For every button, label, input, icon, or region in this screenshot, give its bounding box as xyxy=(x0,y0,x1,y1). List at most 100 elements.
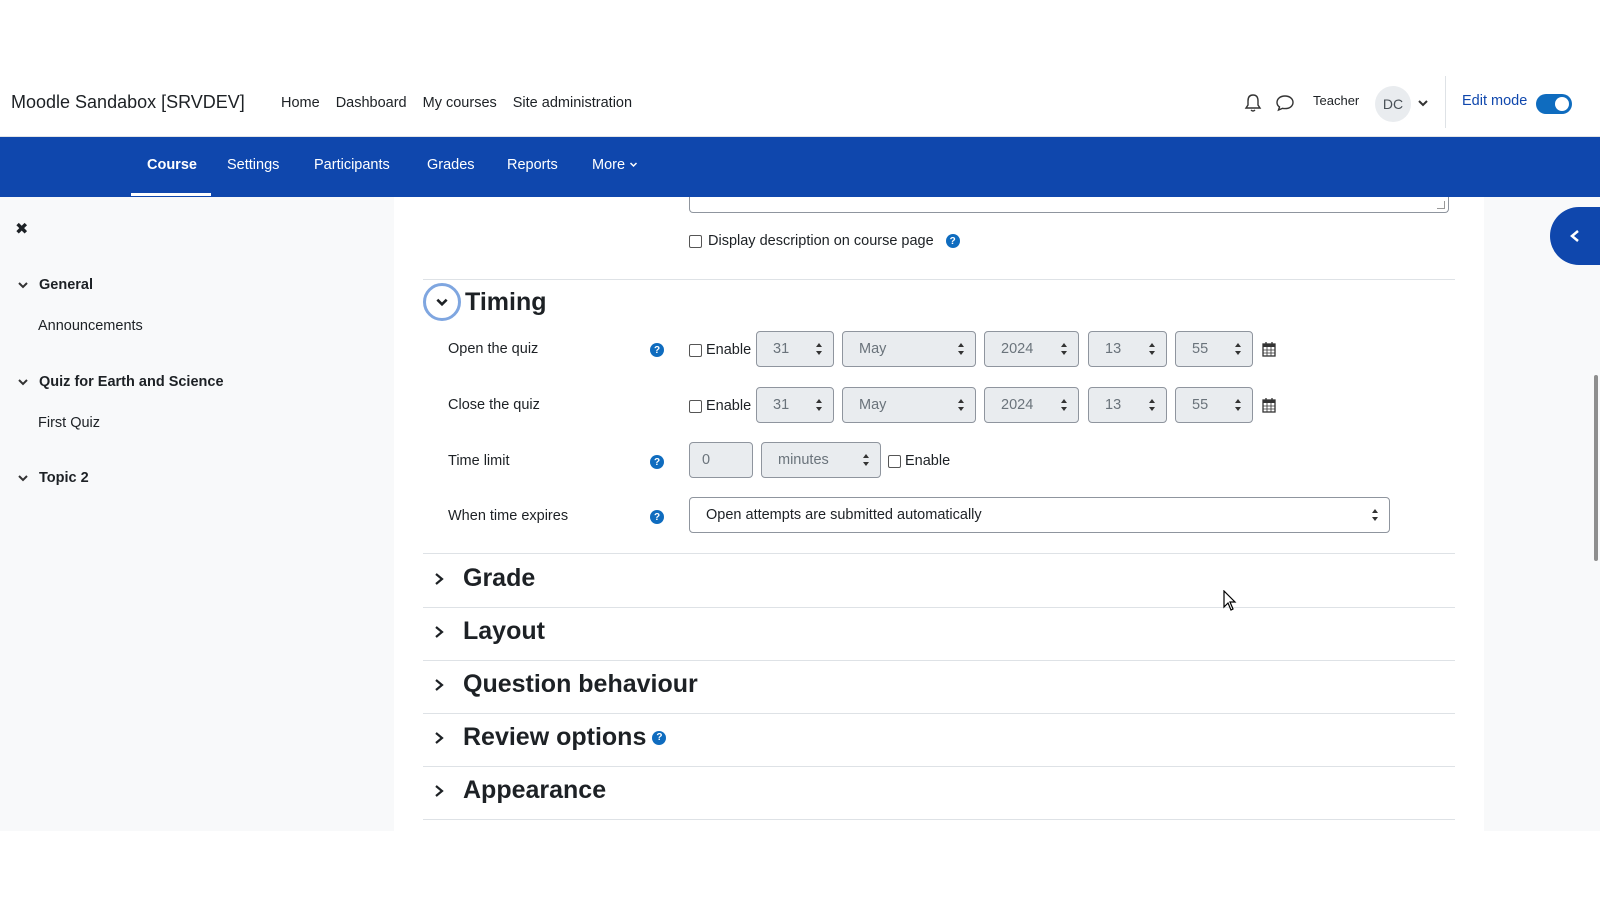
tab-course[interactable]: Course xyxy=(147,157,197,173)
avatar[interactable]: DC xyxy=(1375,86,1411,122)
select-value: May xyxy=(859,397,887,413)
quiz-settings-form: Display description on course page ? Tim… xyxy=(394,197,1484,831)
help-icon[interactable]: ? xyxy=(650,343,664,357)
open-quiz-day-select[interactable]: 31 xyxy=(756,331,834,367)
divider xyxy=(423,660,1455,661)
time-limit-unit-select[interactable]: minutes xyxy=(761,442,881,478)
select-value: 2024 xyxy=(1001,341,1034,357)
select-value: 31 xyxy=(773,397,790,413)
drawer-section-general[interactable]: General xyxy=(17,277,93,293)
enable-label: Enable xyxy=(706,398,752,414)
tab-more-label: More xyxy=(592,157,626,173)
divider xyxy=(423,713,1455,714)
collapse-toggle[interactable] xyxy=(423,283,461,321)
section-title: Question behaviour xyxy=(463,670,698,698)
close-quiz-hour-select[interactable]: 13 xyxy=(1088,387,1167,423)
nav-home[interactable]: Home xyxy=(281,95,320,111)
help-icon[interactable]: ? xyxy=(650,510,664,524)
time-limit-input[interactable]: 0 xyxy=(689,442,753,478)
open-quiz-enable[interactable]: Enable xyxy=(689,342,751,358)
tab-settings[interactable]: Settings xyxy=(227,157,279,173)
calendar-icon[interactable] xyxy=(1262,341,1276,357)
calendar-icon[interactable] xyxy=(1262,397,1276,413)
nav-site-administration[interactable]: Site administration xyxy=(513,95,632,111)
edit-mode-toggle[interactable] xyxy=(1536,94,1572,114)
drawer-item-first-quiz[interactable]: First Quiz xyxy=(38,415,100,431)
primary-navigation: Home Dashboard My courses Site administr… xyxy=(281,95,632,111)
display-description-checkbox[interactable] xyxy=(689,234,702,248)
sort-arrows-icon xyxy=(1061,399,1067,411)
edit-mode-label: Edit mode xyxy=(1462,93,1528,109)
tab-grades[interactable]: Grades xyxy=(427,157,475,173)
close-quiz-day-select[interactable]: 31 xyxy=(756,387,834,423)
section-title: Timing xyxy=(465,287,547,316)
when-time-expires-select[interactable]: Open attempts are submitted automaticall… xyxy=(689,497,1390,533)
help-icon[interactable]: ? xyxy=(945,234,960,248)
close-quiz-month-select[interactable]: May xyxy=(842,387,976,423)
sort-arrows-icon xyxy=(816,399,822,411)
close-quiz-minute-select[interactable]: 55 xyxy=(1175,387,1253,423)
time-limit-enable-checkbox[interactable] xyxy=(888,454,901,468)
open-quiz-minute-select[interactable]: 55 xyxy=(1175,331,1253,367)
close-icon[interactable]: ✖ xyxy=(15,219,28,239)
resize-handle-icon[interactable] xyxy=(1437,201,1445,209)
user-name[interactable]: Teacher xyxy=(1313,93,1359,108)
secondary-navigation: Course Settings Participants Grades Repo… xyxy=(0,137,1600,197)
open-quiz-month-select[interactable]: May xyxy=(842,331,976,367)
layout-section-header[interactable]: Layout xyxy=(433,617,545,646)
section-title: Appearance xyxy=(463,776,607,804)
chevron-right-icon xyxy=(435,784,444,797)
divider xyxy=(423,279,1455,280)
select-value: 31 xyxy=(773,341,790,357)
close-quiz-enable[interactable]: Enable xyxy=(689,398,751,414)
select-value: May xyxy=(859,341,887,357)
nav-my-courses[interactable]: My courses xyxy=(423,95,497,111)
drawer-section-topic-2[interactable]: Topic 2 xyxy=(17,470,89,486)
chat-bubble-icon[interactable] xyxy=(1275,93,1295,113)
scrollbar-thumb[interactable] xyxy=(1594,375,1598,561)
close-quiz-year-select[interactable]: 2024 xyxy=(984,387,1079,423)
grade-section-header[interactable]: Grade xyxy=(433,564,535,593)
select-value: 13 xyxy=(1105,397,1122,413)
tab-reports[interactable]: Reports xyxy=(507,157,558,173)
select-value: 2024 xyxy=(1001,397,1034,413)
sort-arrows-icon xyxy=(1235,343,1241,355)
drawer-section-title: Topic 2 xyxy=(39,470,89,486)
open-quiz-year-select[interactable]: 2024 xyxy=(984,331,1079,367)
description-textarea[interactable] xyxy=(689,197,1449,213)
timing-section-header[interactable]: Timing xyxy=(423,283,546,321)
appearance-section-header[interactable]: Appearance xyxy=(433,776,606,805)
tab-more[interactable]: More xyxy=(592,157,638,173)
help-icon[interactable]: ? xyxy=(652,730,667,745)
drawer-item-announcements[interactable]: Announcements xyxy=(38,318,143,334)
sort-arrows-icon xyxy=(1149,343,1155,355)
select-value: 55 xyxy=(1192,341,1209,357)
close-quiz-enable-checkbox[interactable] xyxy=(689,399,702,413)
chevron-right-icon xyxy=(435,678,444,691)
divider xyxy=(423,766,1455,767)
chevron-down-icon xyxy=(18,475,28,482)
display-description-label: Display description on course page xyxy=(708,233,934,249)
open-quiz-enable-checkbox[interactable] xyxy=(689,343,702,357)
question-behaviour-section-header[interactable]: Question behaviour xyxy=(433,670,698,699)
sort-arrows-icon xyxy=(958,343,964,355)
drawer-section-quiz[interactable]: Quiz for Earth and Science xyxy=(17,374,224,390)
bell-icon[interactable] xyxy=(1244,93,1262,113)
time-limit-enable[interactable]: Enable xyxy=(888,453,950,469)
section-title: Layout xyxy=(463,617,545,645)
course-index-drawer: ✖ General Announcements Quiz for Earth a… xyxy=(0,197,281,831)
help-icon[interactable]: ? xyxy=(650,455,664,469)
close-quiz-label: Close the quiz xyxy=(448,397,540,413)
sort-arrows-icon xyxy=(816,343,822,355)
open-quiz-hour-select[interactable]: 13 xyxy=(1088,331,1167,367)
review-options-section-header[interactable]: Review options ? xyxy=(433,723,667,752)
open-block-drawer-button[interactable] xyxy=(1550,207,1600,265)
active-tab-indicator xyxy=(131,193,211,196)
tab-participants[interactable]: Participants xyxy=(314,157,390,173)
nav-dashboard[interactable]: Dashboard xyxy=(336,95,407,111)
enable-label: Enable xyxy=(905,453,951,469)
chevron-left-icon xyxy=(1570,230,1579,242)
site-name[interactable]: Moodle Sandabox [SRVDEV] xyxy=(11,92,245,113)
select-value: Open attempts are submitted automaticall… xyxy=(706,507,982,523)
chevron-down-icon[interactable] xyxy=(1417,97,1429,109)
